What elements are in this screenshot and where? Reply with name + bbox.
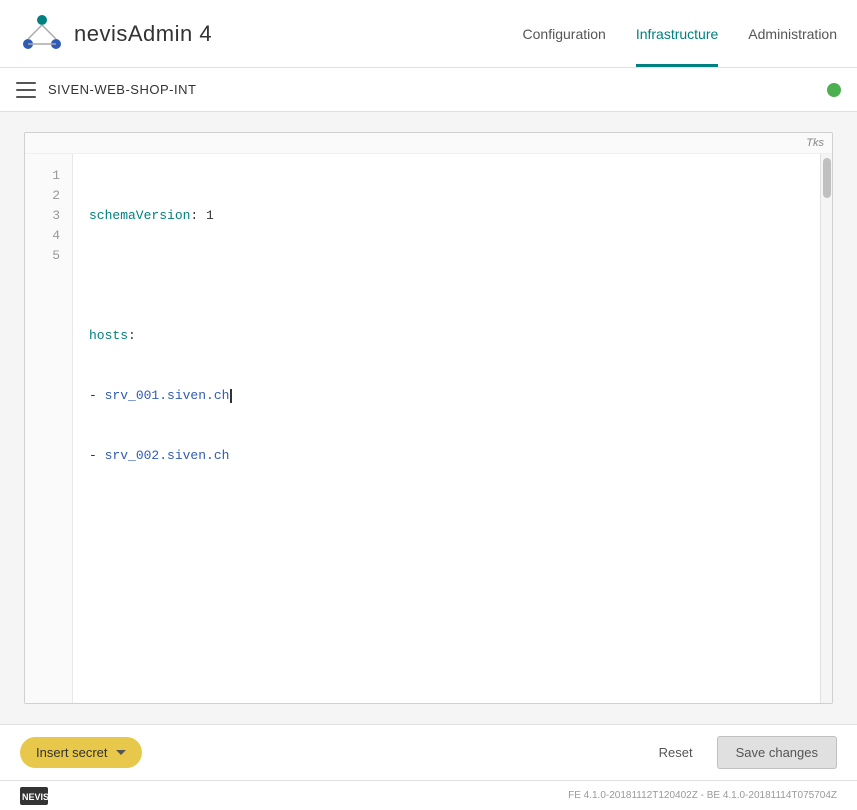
scrollbar-thumb[interactable] — [823, 158, 831, 198]
reset-button[interactable]: Reset — [643, 737, 709, 768]
code-editor[interactable]: schemaVersion: 1 hosts: - srv_001.siven.… — [73, 154, 820, 703]
bottom-bar: Insert secret Reset Save changes — [0, 724, 857, 780]
footer-nevis-icon: NEVIS — [20, 787, 48, 805]
editor-top-bar: Tks — [25, 133, 832, 154]
line-num-5: 5 — [25, 246, 72, 266]
status-indicator — [827, 83, 841, 97]
editor-scrollbar[interactable] — [820, 154, 832, 703]
nevis-logo-icon — [20, 12, 64, 56]
editor-hint: Tks — [806, 137, 824, 149]
hamburger-icon[interactable] — [16, 82, 36, 98]
code-line-1: schemaVersion: 1 — [89, 206, 820, 226]
main-content: Tks 1 2 3 4 5 schemaVersion: 1 hosts: - … — [0, 112, 857, 724]
line-numbers: 1 2 3 4 5 — [25, 154, 73, 703]
svg-text:NEVIS: NEVIS — [22, 792, 48, 802]
line-num-4: 4 — [25, 226, 72, 246]
breadcrumb: SIVEN-WEB-SHOP-INT — [48, 82, 196, 97]
editor-container[interactable]: Tks 1 2 3 4 5 schemaVersion: 1 hosts: - … — [24, 132, 833, 704]
nav-infrastructure[interactable]: Infrastructure — [636, 0, 718, 67]
dropdown-arrow-icon — [116, 750, 126, 755]
nav-configuration[interactable]: Configuration — [523, 0, 606, 67]
editor-body[interactable]: 1 2 3 4 5 schemaVersion: 1 hosts: - srv_… — [25, 154, 832, 703]
nav-links: Configuration Infrastructure Administrat… — [523, 0, 837, 67]
header: nevisAdmin 4 Configuration Infrastructur… — [0, 0, 857, 68]
code-line-4: - srv_001.siven.ch — [89, 386, 820, 406]
line-num-3: 3 — [25, 206, 72, 226]
save-changes-button[interactable]: Save changes — [717, 736, 837, 769]
code-line-5: - srv_002.siven.ch — [89, 446, 820, 466]
insert-secret-button[interactable]: Insert secret — [20, 737, 142, 768]
line-num-2: 2 — [25, 186, 72, 206]
toolbar: SIVEN-WEB-SHOP-INT — [0, 68, 857, 112]
footer: NEVIS FE 4.1.0-20181112T120402Z - BE 4.1… — [0, 780, 857, 810]
footer-logo: NEVIS — [20, 787, 48, 805]
footer-version: FE 4.1.0-20181112T120402Z - BE 4.1.0-201… — [568, 790, 837, 801]
code-line-2 — [89, 266, 820, 286]
nav-administration[interactable]: Administration — [748, 0, 837, 67]
code-line-3: hosts: — [89, 326, 820, 346]
line-num-1: 1 — [25, 166, 72, 186]
logo-area: nevisAdmin 4 — [20, 12, 212, 56]
logo-text: nevisAdmin 4 — [74, 21, 212, 47]
